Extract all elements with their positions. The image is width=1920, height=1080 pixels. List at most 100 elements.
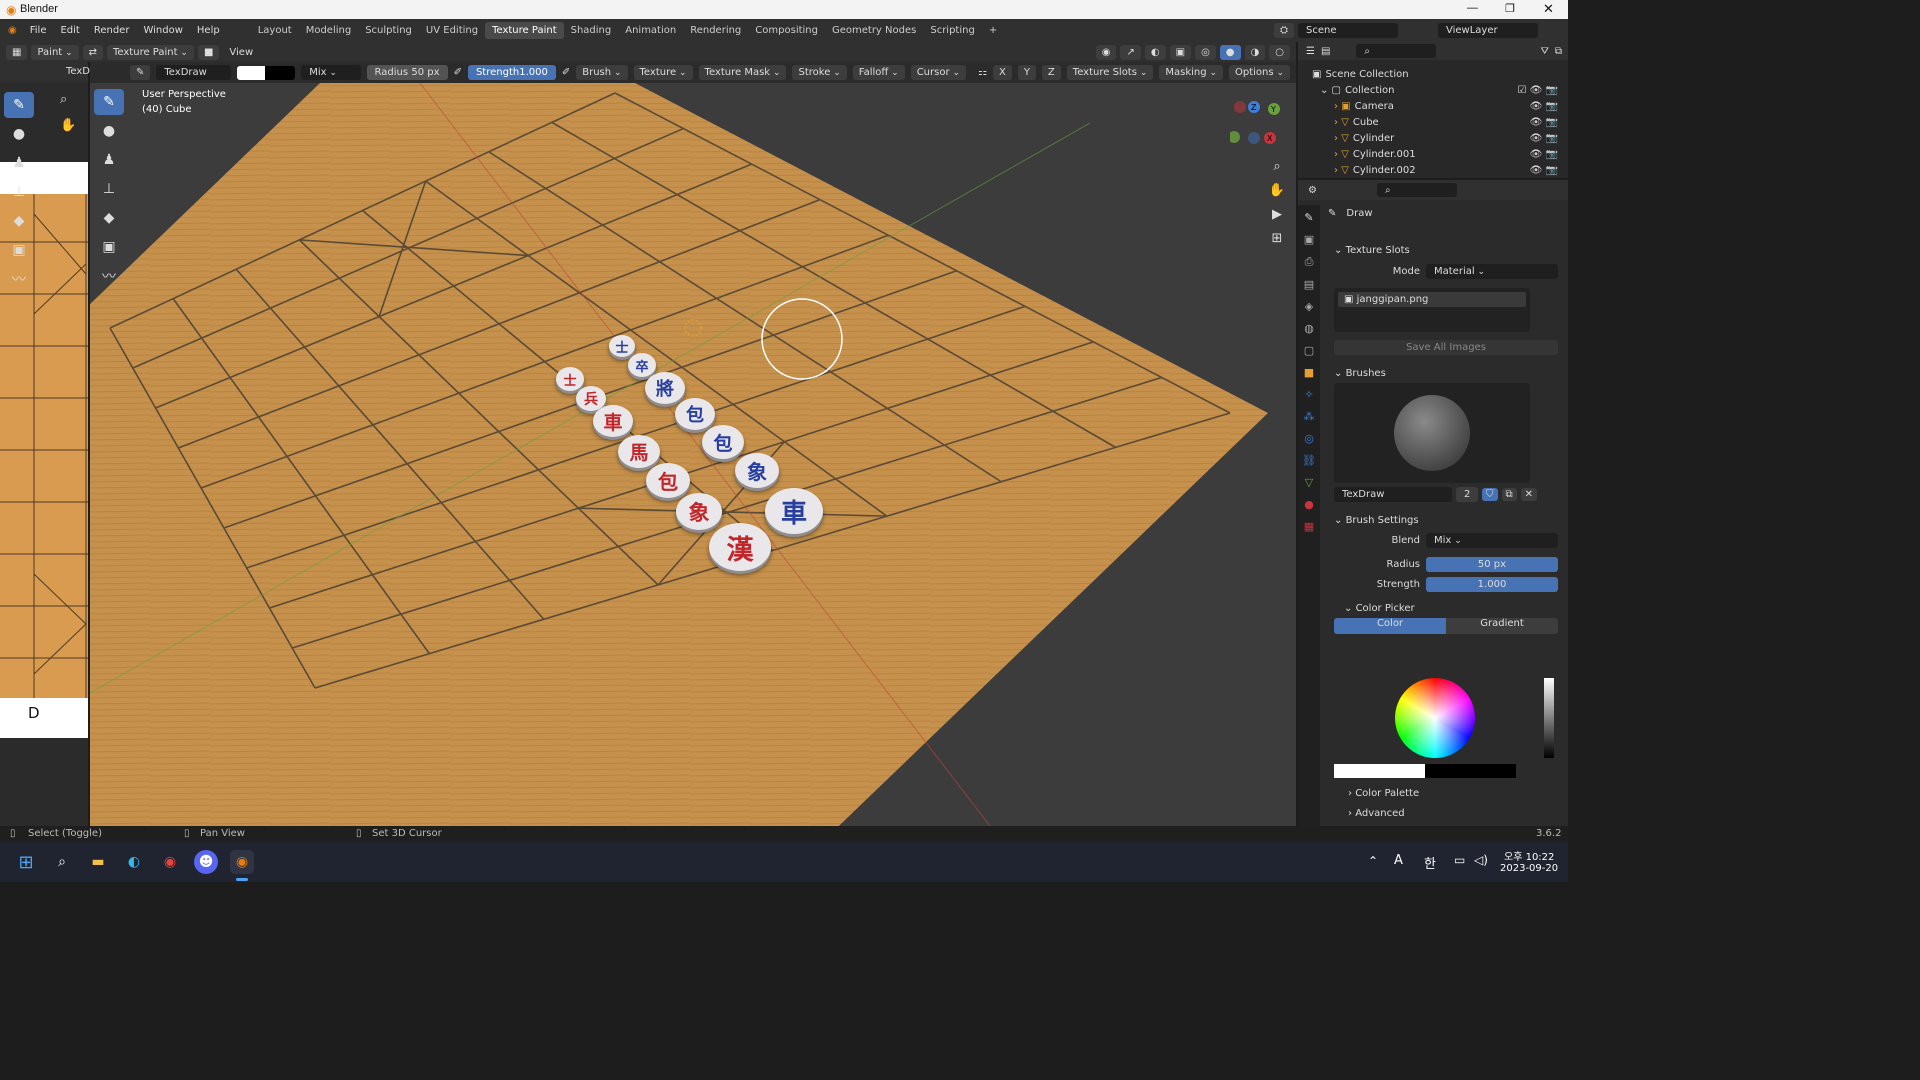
texture-slots-header[interactable]: ⌄ Texture Slots <box>1334 240 1558 260</box>
axis-x-toggle[interactable]: X <box>992 65 1012 80</box>
texture-slot-item[interactable]: ▣ janggipan.png <box>1338 292 1526 307</box>
brush-blend-dropdown[interactable]: Mix <box>1426 532 1558 548</box>
tray-chevron-icon[interactable]: ⌃ <box>1368 854 1378 868</box>
strength-field[interactable]: Strength 1.000 <box>467 65 556 80</box>
tab-texture-paint[interactable]: Texture Paint <box>485 22 564 39</box>
stroke-menu[interactable]: Stroke <box>792 65 847 80</box>
object-tab-icon[interactable]: ■ <box>1304 366 1314 379</box>
mask-tool-icon-left[interactable]: ▣ <box>4 237 34 263</box>
scene-collection-row[interactable]: ▣ Scene Collection <box>1312 66 1568 82</box>
mode-dropdown[interactable]: Material <box>1426 263 1558 279</box>
tab-geometry-nodes[interactable]: Geometry Nodes <box>825 22 923 39</box>
color-picker-header[interactable]: ⌄ Color Picker <box>1334 598 1558 618</box>
outliner-item[interactable]: › ▽ Cube 👁 📷 <box>1312 114 1568 130</box>
world-tab-icon[interactable]: ◍ <box>1304 322 1314 335</box>
blend-dropdown[interactable]: Mix <box>301 65 361 80</box>
collection-row[interactable]: ⌄ ▢ Collection ☑ 👁 📷 <box>1312 82 1568 98</box>
radius-field[interactable]: Radius 50 px <box>366 65 448 80</box>
fake-user-icon[interactable]: ⛉ <box>1482 488 1498 501</box>
edge-icon[interactable]: ◐ <box>122 850 146 874</box>
camera-icon[interactable]: ▶ <box>1266 207 1288 231</box>
mask-toggle-icon[interactable]: ■ <box>197 44 220 60</box>
color-swatches-props[interactable] <box>1334 764 1516 778</box>
windows-start-icon[interactable]: ⊞ <box>14 850 38 874</box>
tab-sculpting[interactable]: Sculpting <box>358 22 419 39</box>
tab-animation[interactable]: Animation <box>618 22 683 39</box>
file-explorer-icon[interactable]: ▬ <box>86 850 110 874</box>
collection-tab-icon[interactable]: ▢ <box>1304 344 1314 357</box>
outliner-item[interactable]: › ▣ Camera 👁 📷 <box>1312 98 1568 114</box>
maximize-icon[interactable]: ❐ <box>1505 2 1515 15</box>
axis-y-toggle[interactable]: Y <box>1017 65 1036 80</box>
piece[interactable]: 車 <box>765 488 823 534</box>
tab-compositing[interactable]: Compositing <box>748 22 825 39</box>
material-tab-icon[interactable]: ● <box>1304 498 1314 511</box>
piece[interactable]: 士 <box>556 367 584 391</box>
tab-shading[interactable]: Shading <box>564 22 619 39</box>
outliner-item[interactable]: › ▽ Cylinder.001 👁 📷 <box>1312 146 1568 162</box>
advanced-header[interactable]: › Advanced <box>1348 808 1405 819</box>
texture-mask-menu[interactable]: Texture Mask <box>698 65 787 80</box>
texture-paint-mode-dropdown[interactable]: Texture Paint <box>107 44 194 60</box>
brush-menu[interactable]: Brush <box>576 65 628 80</box>
masking-menu[interactable]: Masking <box>1159 65 1223 80</box>
wireframe-shading-icon[interactable]: ◎ <box>1195 44 1216 60</box>
paint-mode-dropdown[interactable]: Paint <box>31 44 79 60</box>
pressure-radius-icon[interactable]: ✐ <box>454 67 462 78</box>
output-tab-icon[interactable]: ⎙ <box>1305 255 1314 269</box>
editor-type-icon[interactable]: ▦ <box>6 44 28 60</box>
properties-search-icon[interactable]: ⌕ <box>1376 183 1457 197</box>
brush-preview-image[interactable] <box>1394 395 1470 471</box>
scene-field[interactable]: Scene <box>1298 23 1398 38</box>
annotate-tool-icon[interactable]: 〰 <box>94 263 124 289</box>
volume-icon[interactable]: ◁) <box>1474 853 1488 867</box>
discord-icon[interactable]: ☻ <box>194 850 218 874</box>
view-transform-icon[interactable]: ⇄ <box>82 44 103 60</box>
piece[interactable]: 包 <box>675 398 715 430</box>
brushes-header[interactable]: ⌄ Brushes <box>1334 363 1558 383</box>
network-icon[interactable]: ▭ <box>1454 853 1465 867</box>
piece[interactable]: 象 <box>676 493 722 530</box>
color-palette-header[interactable]: › Color Palette <box>1348 788 1419 799</box>
piece[interactable]: 包 <box>646 463 690 498</box>
smear-tool-icon-left[interactable]: ♟ <box>4 150 34 176</box>
tab-layout[interactable]: Layout <box>251 22 299 39</box>
piece[interactable]: 馬 <box>618 435 660 468</box>
blender-menu-icon[interactable]: ◉ <box>0 25 23 36</box>
clone-tool-icon-left[interactable]: ⊥ <box>4 179 34 205</box>
view-layer-tab-icon[interactable]: ▤ <box>1304 278 1314 291</box>
blender-taskbar-icon[interactable]: ◉ <box>230 850 254 874</box>
clock-time[interactable]: 오후 10:22 <box>1504 848 1554 863</box>
piece[interactable]: 漢 <box>709 523 771 571</box>
render-tab-icon[interactable]: ▣ <box>1304 233 1314 246</box>
physics-tab-icon[interactable]: ◎ <box>1304 432 1314 445</box>
tab-rendering[interactable]: Rendering <box>683 22 748 39</box>
grid-icon[interactable]: ⊞ <box>1266 231 1288 255</box>
outliner-search-icon[interactable]: ⌕ <box>1356 44 1437 58</box>
gradient-tab[interactable]: Gradient <box>1446 618 1558 634</box>
xray-icon[interactable]: ▣ <box>1169 44 1192 60</box>
zoom-icon[interactable]: ⌕ <box>1266 159 1288 183</box>
tab-modeling[interactable]: Modeling <box>299 22 359 39</box>
scene-icon[interactable]: ⛭ <box>1274 23 1294 38</box>
brush-datablock-name[interactable]: TexDraw <box>1334 487 1452 502</box>
brush-radius-field[interactable]: 50 px <box>1426 556 1558 572</box>
piece[interactable]: 包 <box>702 425 744 459</box>
chrome-icon[interactable]: ◉ <box>158 850 182 874</box>
overlay-icon[interactable]: ◐ <box>1144 44 1166 60</box>
tab-scripting[interactable]: Scripting <box>923 22 981 39</box>
ime-mode[interactable]: A <box>1394 853 1403 868</box>
color-wheel[interactable] <box>1395 678 1475 758</box>
axis-z-toggle[interactable]: Z <box>1041 65 1061 80</box>
tab-uv-editing[interactable]: UV Editing <box>419 22 485 39</box>
options-menu[interactable]: Options <box>1229 65 1290 80</box>
brush-name-field[interactable]: TexDraw <box>156 65 232 80</box>
add-workspace-icon[interactable]: + <box>982 22 1004 39</box>
material-shading-icon[interactable]: ◑ <box>1244 44 1266 60</box>
new-collection-icon[interactable]: ⧉ <box>1555 46 1562 57</box>
hand-icon[interactable]: ✋ <box>1266 183 1288 207</box>
view-layer-field[interactable]: ViewLayer <box>1438 23 1538 38</box>
menu-file[interactable]: File <box>23 25 54 36</box>
falloff-menu[interactable]: Falloff <box>852 65 905 80</box>
view-menu[interactable]: View <box>223 47 259 58</box>
